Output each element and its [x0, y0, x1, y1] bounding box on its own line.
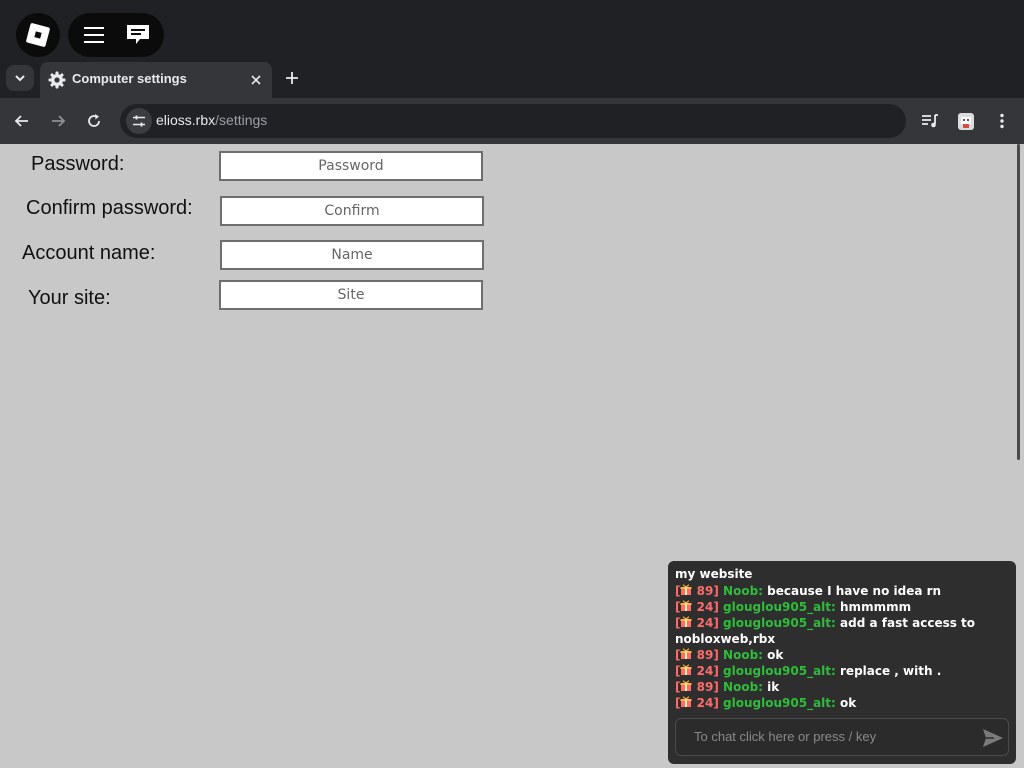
chat-text: hmmmmm	[840, 600, 912, 614]
chat-message: [ 24] glouglou905_alt: add a fast access…	[675, 616, 976, 646]
chat-message: [ 89] Noob: ik	[675, 680, 780, 694]
chat-level: 24	[696, 664, 714, 678]
tab-title: Computer settings	[72, 71, 187, 86]
chat-message: [ 24] glouglou905_alt: hmmmmm	[675, 600, 912, 614]
browser-toolbar: elioss.rbx/settings	[0, 98, 1024, 144]
chat-header-message: my website	[675, 567, 753, 581]
reload-button[interactable]	[82, 109, 106, 133]
chat-username[interactable]: glouglou905_alt:	[723, 696, 836, 710]
chat-log: [ 89] Noob: because I have no idea rn [ …	[675, 583, 1011, 711]
send-icon[interactable]	[982, 728, 1004, 748]
new-tab-button[interactable]	[280, 66, 304, 90]
password-label: Password:	[31, 153, 125, 175]
extension-button[interactable]	[954, 109, 978, 133]
media-control-button[interactable]	[918, 109, 942, 133]
chat-text: ok	[767, 648, 784, 662]
chat-window: my website [ 89] Noob: because I have no…	[668, 561, 1016, 764]
your-site-label: Your site:	[28, 287, 111, 309]
chat-toggle-button[interactable]	[114, 13, 162, 57]
kebab-menu-icon	[1000, 113, 1004, 129]
plus-icon	[286, 72, 298, 84]
back-arrow-icon	[14, 115, 28, 127]
chat-input-placeholder: To chat click here or press / key	[694, 729, 877, 744]
account-name-input[interactable]	[220, 240, 484, 270]
chat-message: [ 89] Noob: because I have no idea rn	[675, 584, 942, 598]
gift-icon	[680, 600, 692, 611]
page-scrollbar[interactable]	[1016, 144, 1024, 768]
gift-icon	[680, 664, 692, 675]
gear-icon	[48, 71, 66, 89]
chat-username[interactable]: glouglou905_alt:	[723, 616, 836, 630]
chat-message: [ 24] glouglou905_alt: ok	[675, 696, 857, 710]
gift-icon	[680, 616, 692, 627]
gift-icon	[680, 696, 692, 707]
roblox-logo-button[interactable]	[16, 13, 60, 57]
roblox-menu-pill	[68, 13, 164, 57]
browser-menu-button[interactable]	[990, 109, 1014, 133]
url-host: elioss.rbx	[156, 112, 216, 128]
tab-search-button[interactable]	[6, 65, 34, 91]
chat-username[interactable]: Noob:	[723, 648, 763, 662]
confirm-password-input[interactable]	[220, 196, 484, 226]
gift-icon	[680, 680, 692, 691]
chat-username[interactable]: glouglou905_alt:	[723, 664, 836, 678]
hamburger-menu-button[interactable]	[70, 13, 118, 57]
chat-input[interactable]: To chat click here or press / key	[675, 718, 1009, 756]
chat-text: ok	[840, 696, 857, 710]
chat-level: 89	[696, 584, 714, 598]
forward-button[interactable]	[46, 109, 70, 133]
roblox-logo-icon	[26, 23, 50, 47]
confirm-password-label: Confirm password:	[26, 197, 193, 219]
chat-username[interactable]: Noob:	[723, 680, 763, 694]
tab-computer-settings[interactable]: Computer settings	[40, 62, 272, 98]
password-input[interactable]	[219, 151, 483, 181]
chat-username[interactable]: Noob:	[723, 584, 763, 598]
hamburger-menu-icon	[84, 27, 104, 43]
your-site-input[interactable]	[219, 280, 483, 310]
chat-text: because I have no idea rn	[767, 584, 942, 598]
gift-icon	[680, 584, 692, 595]
gift-icon	[680, 648, 692, 659]
media-control-icon	[922, 114, 938, 128]
chat-level: 24	[696, 616, 714, 630]
chat-text: replace , with .	[840, 664, 942, 678]
tune-icon	[133, 115, 145, 127]
chat-level: 24	[696, 696, 714, 710]
account-name-label: Account name:	[22, 242, 156, 264]
address-bar[interactable]: elioss.rbx/settings	[120, 104, 906, 138]
chat-message: [ 89] Noob: ok	[675, 648, 784, 662]
scrollbar-thumb[interactable]	[1017, 144, 1020, 460]
chat-level: 89	[696, 680, 714, 694]
chevron-down-icon	[15, 75, 25, 82]
chat-text: ik	[767, 680, 780, 694]
chat-icon	[127, 25, 149, 44]
chat-username[interactable]: glouglou905_alt:	[723, 600, 836, 614]
back-button[interactable]	[10, 109, 34, 133]
chat-level: 89	[696, 648, 714, 662]
reload-icon	[88, 114, 100, 127]
site-info-button[interactable]	[126, 108, 152, 134]
chat-message: [ 24] glouglou905_alt: replace , with .	[675, 664, 942, 678]
url-path: /settings	[215, 112, 268, 128]
chat-level: 24	[696, 600, 714, 614]
close-icon	[251, 75, 261, 85]
tab-close-button[interactable]	[246, 70, 266, 90]
forward-arrow-icon	[52, 115, 66, 127]
url-text: elioss.rbx/settings	[156, 112, 267, 128]
extension-icon	[958, 113, 974, 130]
